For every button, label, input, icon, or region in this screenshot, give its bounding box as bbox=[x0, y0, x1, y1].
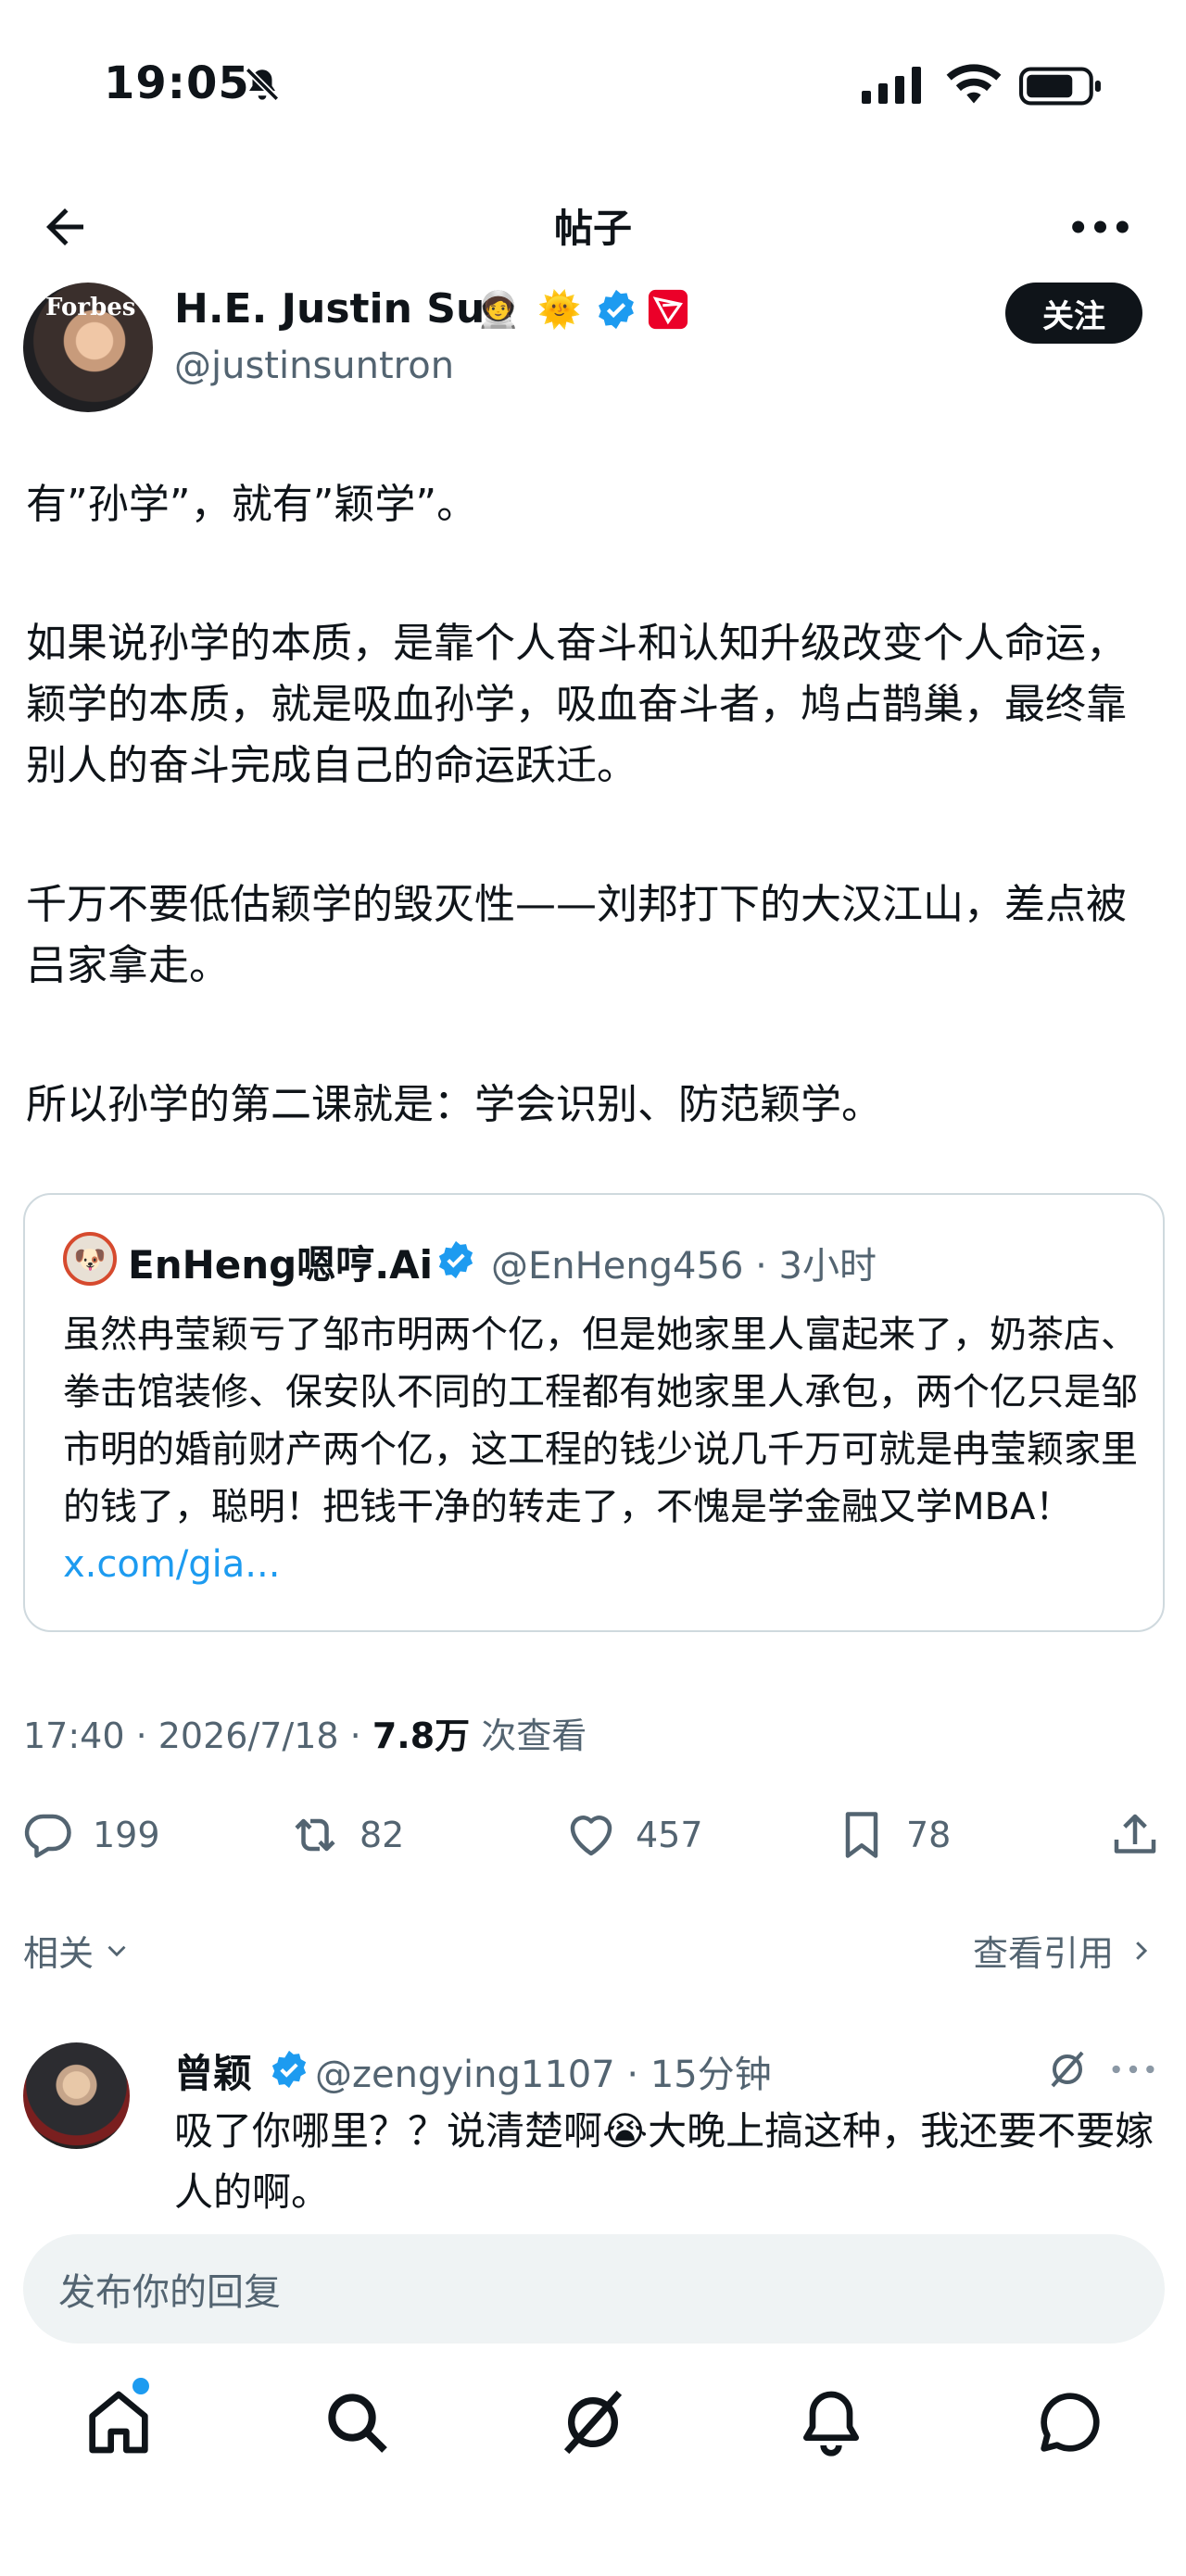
quoted-post-link[interactable]: x.com/gia... bbox=[63, 1543, 280, 1586]
quoted-author-avatar: 🐶 bbox=[63, 1232, 117, 1286]
reply-action[interactable]: 199 bbox=[20, 1803, 160, 1867]
reply-composer-input[interactable]: 发布你的回复 bbox=[23, 2234, 1165, 2344]
heart-icon bbox=[570, 1816, 612, 1856]
bell-icon[interactable] bbox=[794, 2385, 868, 2459]
grok-icon[interactable] bbox=[1045, 2047, 1090, 2092]
related-label: 相关 bbox=[23, 1933, 95, 1974]
repost-count: 82 bbox=[360, 1815, 405, 1855]
like-action[interactable]: 457 bbox=[563, 1803, 703, 1867]
reply-more-icon[interactable] bbox=[1110, 2058, 1156, 2080]
views-label: 次查看 bbox=[470, 1715, 587, 1756]
post-paragraph-4: 所以孙学的第二课就是：学会识别、防范颖学。 bbox=[26, 1081, 882, 1128]
author-avatar[interactable]: Forbes bbox=[23, 283, 153, 412]
post-paragraph-3: 千万不要低估颖学的毁灭性——刘邦打下的大汉江山，差点被吕家拿走。 bbox=[26, 881, 1127, 989]
author-name[interactable]: H.E. Justin Sun bbox=[174, 285, 514, 333]
grok-icon[interactable] bbox=[556, 2385, 630, 2459]
share-icon bbox=[1114, 1814, 1156, 1853]
verified-badge-icon bbox=[599, 289, 634, 330]
search-icon[interactable] bbox=[320, 2385, 394, 2459]
more-options-icon[interactable] bbox=[1070, 208, 1130, 245]
quoted-post-body: 虽然冉莹颖亏了邹市明两个亿，但是她家里人富起来了，奶茶店、拳击馆装修、保安队不同… bbox=[63, 1313, 1138, 1528]
chevron-down-icon bbox=[107, 1945, 126, 1956]
reply-icon bbox=[24, 1814, 71, 1858]
views-count: 7.8万 bbox=[372, 1715, 471, 1756]
status-time: 19:05 bbox=[104, 57, 250, 109]
reply-count: 199 bbox=[93, 1815, 160, 1855]
repost-action[interactable]: 82 bbox=[287, 1803, 404, 1867]
signal-icon bbox=[862, 67, 921, 104]
reply-meta: @zengying1107 · 15分钟 bbox=[315, 2054, 772, 2096]
bell-off-icon bbox=[245, 67, 280, 102]
verified-badge-icon bbox=[271, 2050, 307, 2089]
composer-placeholder: 发布你的回复 bbox=[58, 2271, 281, 2314]
reply-text-part1: 吸了你哪里？？说清楚啊 bbox=[174, 2108, 603, 2154]
follow-button[interactable]: 关注 bbox=[1005, 283, 1142, 344]
bookmark-count: 78 bbox=[906, 1815, 952, 1855]
like-count: 457 bbox=[636, 1815, 703, 1855]
chevron-right-icon bbox=[1136, 1941, 1148, 1960]
reply-author-name[interactable]: 曾颖 bbox=[174, 2042, 252, 2099]
astronaut-emoji-icon: 🧑‍🚀 bbox=[476, 288, 521, 330]
tron-logo-icon bbox=[648, 289, 688, 330]
view-quotes-label: 查看引用 bbox=[973, 1933, 1115, 1974]
quoted-author-name: EnHeng嗯哼.Ai bbox=[128, 1242, 434, 1288]
post-timestamp: 17:40 · 2026/7/18 · bbox=[23, 1715, 372, 1756]
repost-icon bbox=[295, 1818, 335, 1852]
home-icon[interactable] bbox=[82, 2385, 156, 2459]
post-paragraph-2: 如果说孙学的本质，是靠个人奋斗和认知升级改变个人命运，颖学的本质，就是吸血孙学，… bbox=[26, 620, 1127, 789]
bookmark-action[interactable]: 78 bbox=[834, 1803, 951, 1867]
page-title: 帖子 bbox=[553, 206, 632, 251]
wifi-icon bbox=[946, 64, 1002, 104]
quoted-post-meta: @EnHeng456 · 3小时 bbox=[491, 1245, 877, 1288]
quoted-post-text: 虽然冉莹颖亏了邹市明两个亿，但是她家里人富起来了，奶茶店、拳击馆装修、保安队不同… bbox=[63, 1306, 1147, 1593]
verified-badge-icon bbox=[438, 1240, 473, 1279]
reply-author-avatar[interactable] bbox=[23, 2042, 130, 2149]
post-paragraph-1: 有”孙学”，就有”颖学”。 bbox=[26, 481, 478, 528]
sun-emoji-icon: 🌞 bbox=[537, 288, 582, 330]
post-timestamp-views: 17:40 · 2026/7/18 · 7.8万 次查看 bbox=[23, 1707, 587, 1758]
message-icon[interactable] bbox=[1033, 2385, 1107, 2459]
view-quotes-link[interactable]: 查看引用 bbox=[973, 1925, 1154, 1976]
battery-icon bbox=[1019, 67, 1101, 106]
related-dropdown[interactable]: 相关 bbox=[23, 1925, 132, 1976]
avatar-forbes-text: Forbes bbox=[45, 294, 136, 321]
reply-text: 吸了你哪里？？说清楚啊😭大晚上搞这种，我还要不要嫁人的啊。 bbox=[174, 2101, 1156, 2223]
bookmark-icon bbox=[845, 1812, 878, 1858]
share-action[interactable] bbox=[1107, 1803, 1163, 1867]
crying-emoji-icon: 😭 bbox=[602, 2108, 649, 2154]
author-handle[interactable]: @justinsuntron bbox=[174, 345, 454, 387]
author-badges: 🧑‍🚀 🌞 bbox=[473, 283, 689, 335]
